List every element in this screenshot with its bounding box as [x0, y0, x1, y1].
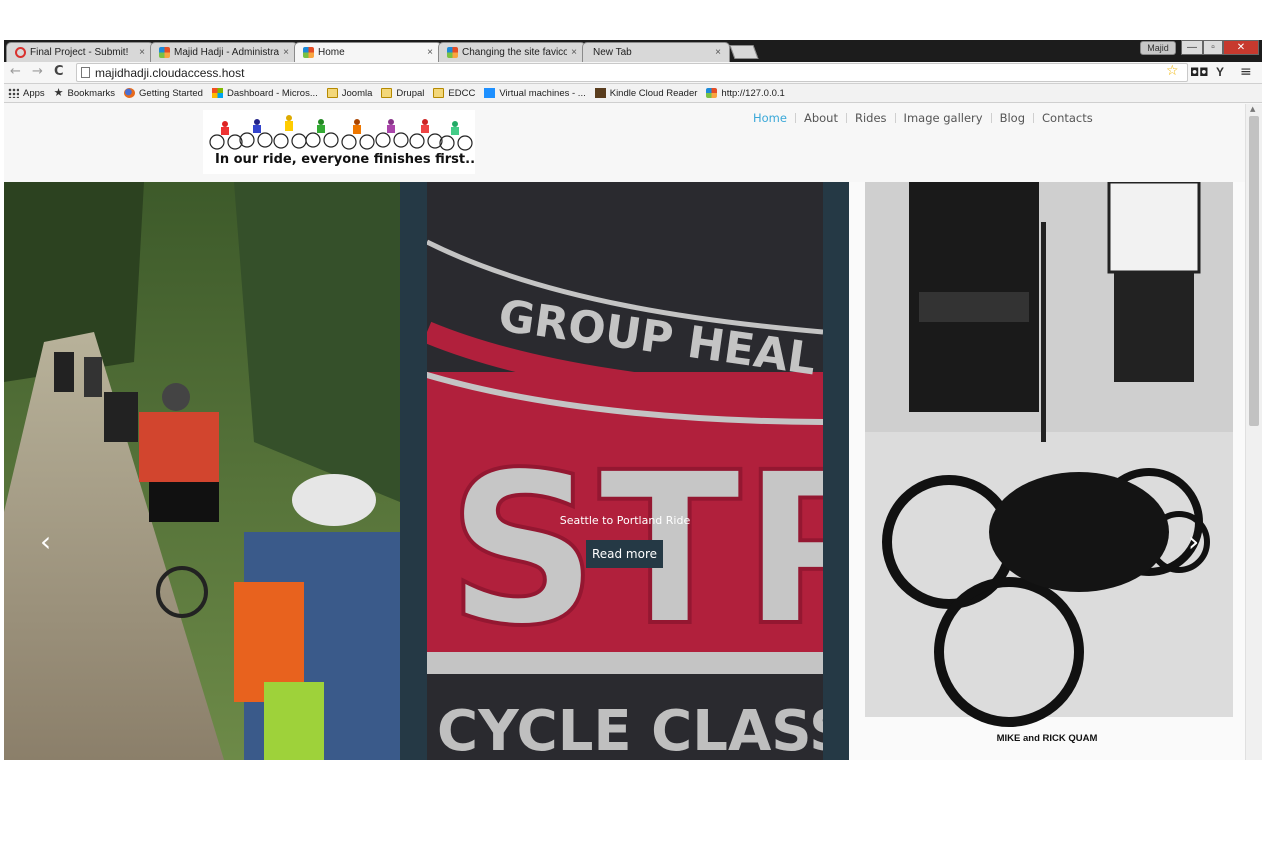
nav-rides[interactable]: Rides	[855, 111, 887, 125]
bookmark-star-icon[interactable]: ☆	[1166, 63, 1179, 79]
ring-icon	[15, 47, 26, 58]
forest-ride-photo	[4, 182, 400, 760]
bookmark-edcc[interactable]: EDCC	[433, 88, 475, 99]
nav-blog[interactable]: Blog	[1000, 111, 1025, 125]
tab-title: Home	[318, 47, 345, 58]
logo-tagline: In our ride, everyone finishes first...	[215, 152, 475, 167]
slide-forest-ride[interactable]	[4, 182, 400, 760]
nav-image-gallery[interactable]: Image gallery	[904, 111, 983, 125]
bookmark-dashboard[interactable]: Dashboard - Micros...	[211, 87, 318, 99]
image-slider: GROUP HEAL STP CYCLE CLASS MIKE and RICK…	[4, 182, 1245, 760]
apps-icon	[8, 88, 19, 98]
bookmark-label: Bookmarks	[67, 87, 116, 99]
minimize-button[interactable]: —	[1181, 40, 1203, 55]
slide-newspaper[interactable]: MIKE and RICK QUAM	[849, 182, 1245, 760]
slide-stp[interactable]: GROUP HEAL STP CYCLE CLASS	[427, 182, 823, 760]
joomla-icon	[159, 47, 170, 58]
slide-caption: Seattle to Portland Ride	[559, 514, 691, 527]
bookmark-label: http://127.0.0.1	[721, 87, 785, 99]
close-icon[interactable]: ×	[139, 47, 145, 58]
main-navigation: Home About Rides Image gallery Blog Cont…	[753, 111, 1093, 125]
bookmark-localhost[interactable]: http://127.0.0.1	[706, 87, 785, 99]
close-icon[interactable]: ×	[571, 47, 577, 58]
site-logo[interactable]: In our ride, everyone finishes first...	[203, 110, 475, 174]
windows-icon	[484, 88, 496, 98]
y-extension-icon[interactable]: Y	[1216, 65, 1224, 79]
address-bar[interactable]: majidhadji.cloudaccess.host	[76, 63, 1188, 82]
tab-favicon[interactable]: Changing the site favicon ×	[438, 42, 586, 62]
site-header: In our ride, everyone finishes first... …	[4, 104, 1245, 182]
close-icon[interactable]: ×	[427, 47, 433, 58]
tab-title: Changing the site favicon	[462, 47, 568, 58]
newspaper-caption: MIKE and RICK QUAM	[996, 733, 1098, 744]
bookmark-drupal[interactable]: Drupal	[381, 88, 424, 99]
folder-icon	[381, 88, 393, 98]
tab-title: New Tab	[593, 47, 632, 58]
nav-divider	[990, 113, 992, 123]
bookmark-bookmarks[interactable]: ★ Bookmarks	[54, 88, 115, 99]
browser-window: Final Project - Submit! × Majid Hadji - …	[4, 40, 1262, 760]
bookmark-label: EDCC	[448, 87, 476, 99]
bookmarks-bar: Apps ★ Bookmarks Getting Started Dashboar…	[4, 84, 1262, 103]
bookmark-label: Kindle Cloud Reader	[609, 87, 698, 99]
newspaper-photo	[865, 182, 1233, 727]
joomla-icon	[303, 47, 314, 58]
reload-button[interactable]: C	[54, 65, 64, 79]
menu-icon[interactable]: ≡	[1240, 64, 1252, 80]
firefox-icon	[124, 88, 136, 98]
chevron-right-icon[interactable]: ›	[1188, 528, 1199, 556]
joomla-icon	[706, 88, 718, 98]
bookmark-kindle[interactable]: Kindle Cloud Reader	[594, 87, 698, 99]
mask-extension-icon[interactable]: ◘◘	[1190, 66, 1209, 79]
url-text[interactable]: majidhadji.cloudaccess.host	[95, 66, 244, 80]
bookmark-label: Drupal	[396, 87, 425, 99]
new-tab-button[interactable]	[729, 45, 759, 59]
tab-strip: Final Project - Submit! × Majid Hadji - …	[4, 40, 1262, 62]
nav-home[interactable]: Home	[753, 111, 787, 125]
bookmark-label: Apps	[23, 87, 45, 99]
bookmark-label: Joomla	[341, 87, 373, 99]
tab-title: Majid Hadji - Administrati	[174, 47, 280, 58]
tab-title: Final Project - Submit!	[30, 47, 129, 58]
maximize-button[interactable]: ▫	[1203, 40, 1223, 55]
user-profile-badge[interactable]: Majid	[1140, 41, 1176, 55]
bookmark-label: Dashboard - Micros...	[226, 87, 318, 99]
bookmark-joomla[interactable]: Joomla	[326, 87, 373, 99]
folder-icon	[326, 88, 338, 98]
read-more-button[interactable]: Read more	[586, 540, 663, 568]
bookmark-label: Getting Started	[139, 87, 203, 99]
star-icon: ★	[53, 87, 64, 99]
chevron-left-icon[interactable]: ‹	[40, 528, 51, 556]
scroll-up-icon[interactable]: ▲	[1250, 105, 1255, 113]
nav-divider	[894, 113, 896, 123]
bookmark-label: Virtual machines - ...	[499, 87, 586, 99]
scrollbar-thumb[interactable]	[1249, 116, 1259, 426]
close-icon[interactable]: ×	[283, 47, 289, 58]
close-icon[interactable]: ×	[715, 47, 721, 58]
tab-new-tab[interactable]: New Tab ×	[582, 42, 730, 62]
kindle-icon	[594, 88, 606, 98]
bookmark-virtual-machines[interactable]: Virtual machines - ...	[484, 87, 586, 99]
tab-administration[interactable]: Majid Hadji - Administrati ×	[150, 42, 298, 62]
microsoft-icon	[211, 88, 223, 98]
tab-home[interactable]: Home ×	[294, 42, 442, 62]
nav-contacts[interactable]: Contacts	[1042, 111, 1093, 125]
slide-overlay	[427, 182, 823, 760]
bookmark-getting-started[interactable]: Getting Started	[124, 88, 203, 99]
forward-button[interactable]: →	[32, 65, 43, 79]
page-scrollbar[interactable]: ▲	[1245, 104, 1262, 760]
web-page: In our ride, everyone finishes first... …	[4, 104, 1262, 760]
joomla-icon	[447, 47, 458, 58]
page-icon	[81, 67, 90, 78]
nav-divider	[845, 113, 847, 123]
folder-icon	[433, 88, 445, 98]
window-close-button[interactable]: ✕	[1223, 40, 1259, 55]
nav-divider	[1033, 113, 1034, 123]
nav-divider	[794, 113, 796, 123]
bookmark-apps[interactable]: Apps	[8, 88, 45, 99]
back-button[interactable]: ←	[10, 65, 21, 79]
tab-final-project[interactable]: Final Project - Submit! ×	[6, 42, 154, 62]
nav-about[interactable]: About	[804, 111, 838, 125]
browser-toolbar: ← → C majidhadji.cloudaccess.host ☆ ◘◘ Y…	[4, 62, 1262, 84]
